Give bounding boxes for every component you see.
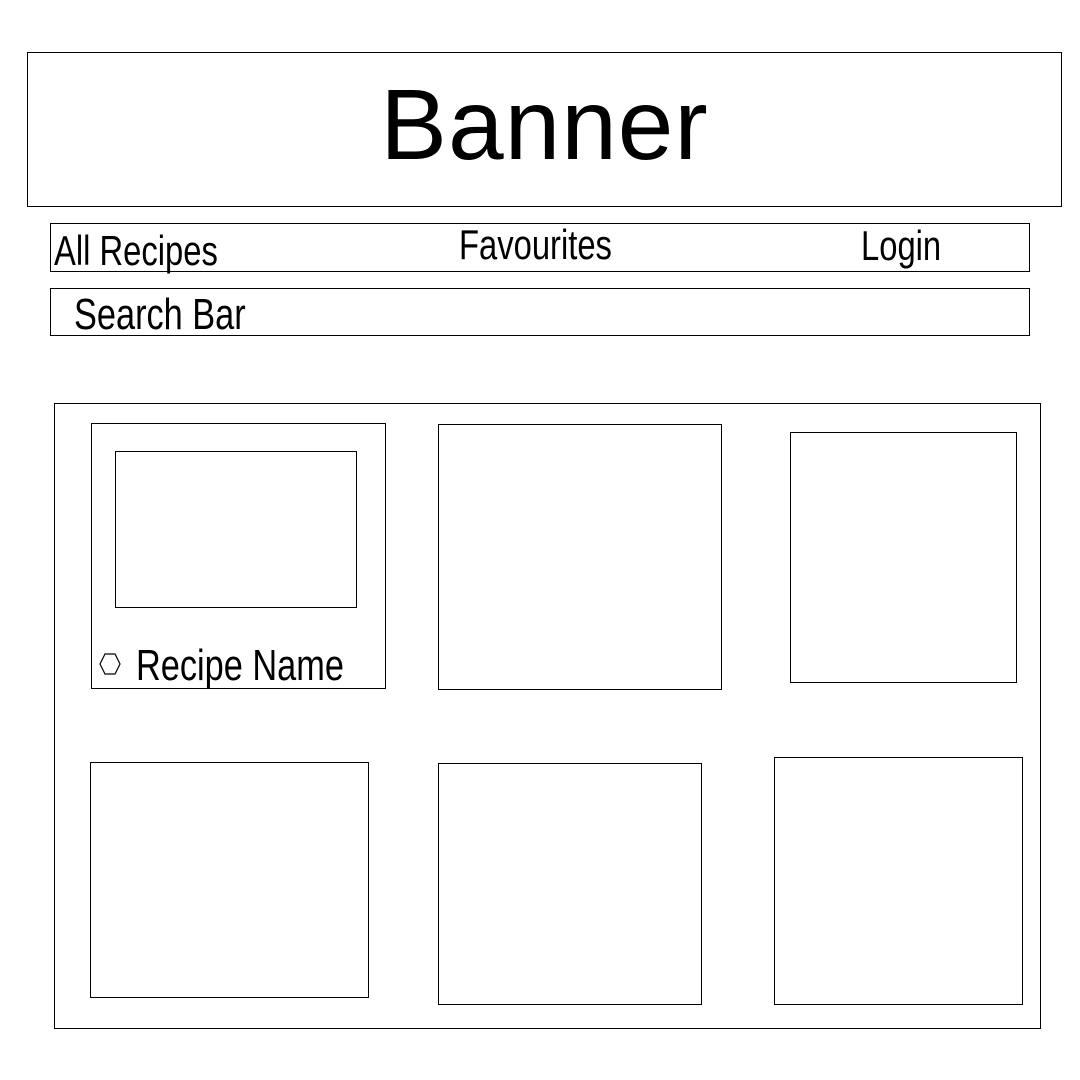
nav-bar: All Recipes Favourites Login <box>50 223 1030 272</box>
nav-item-favourites[interactable]: Favourites <box>459 224 612 266</box>
hexagon-icon[interactable] <box>98 652 122 676</box>
banner-title: Banner <box>380 69 709 181</box>
recipe-card[interactable] <box>438 763 702 1005</box>
search-bar-label: Search Bar <box>74 290 246 339</box>
recipe-card[interactable] <box>774 757 1023 1005</box>
recipe-name: Recipe Name <box>136 641 344 690</box>
nav-item-all-recipes[interactable]: All Recipes <box>54 230 218 272</box>
recipe-card[interactable] <box>790 432 1017 683</box>
nav-item-login[interactable]: Login <box>861 225 941 267</box>
banner: Banner <box>27 52 1062 207</box>
recipe-card[interactable] <box>438 424 722 690</box>
recipe-card[interactable] <box>90 762 369 998</box>
search-bar[interactable]: Search Bar <box>50 288 1030 339</box>
recipe-card[interactable]: Recipe Name <box>91 423 386 689</box>
recipe-image-placeholder <box>115 451 357 608</box>
